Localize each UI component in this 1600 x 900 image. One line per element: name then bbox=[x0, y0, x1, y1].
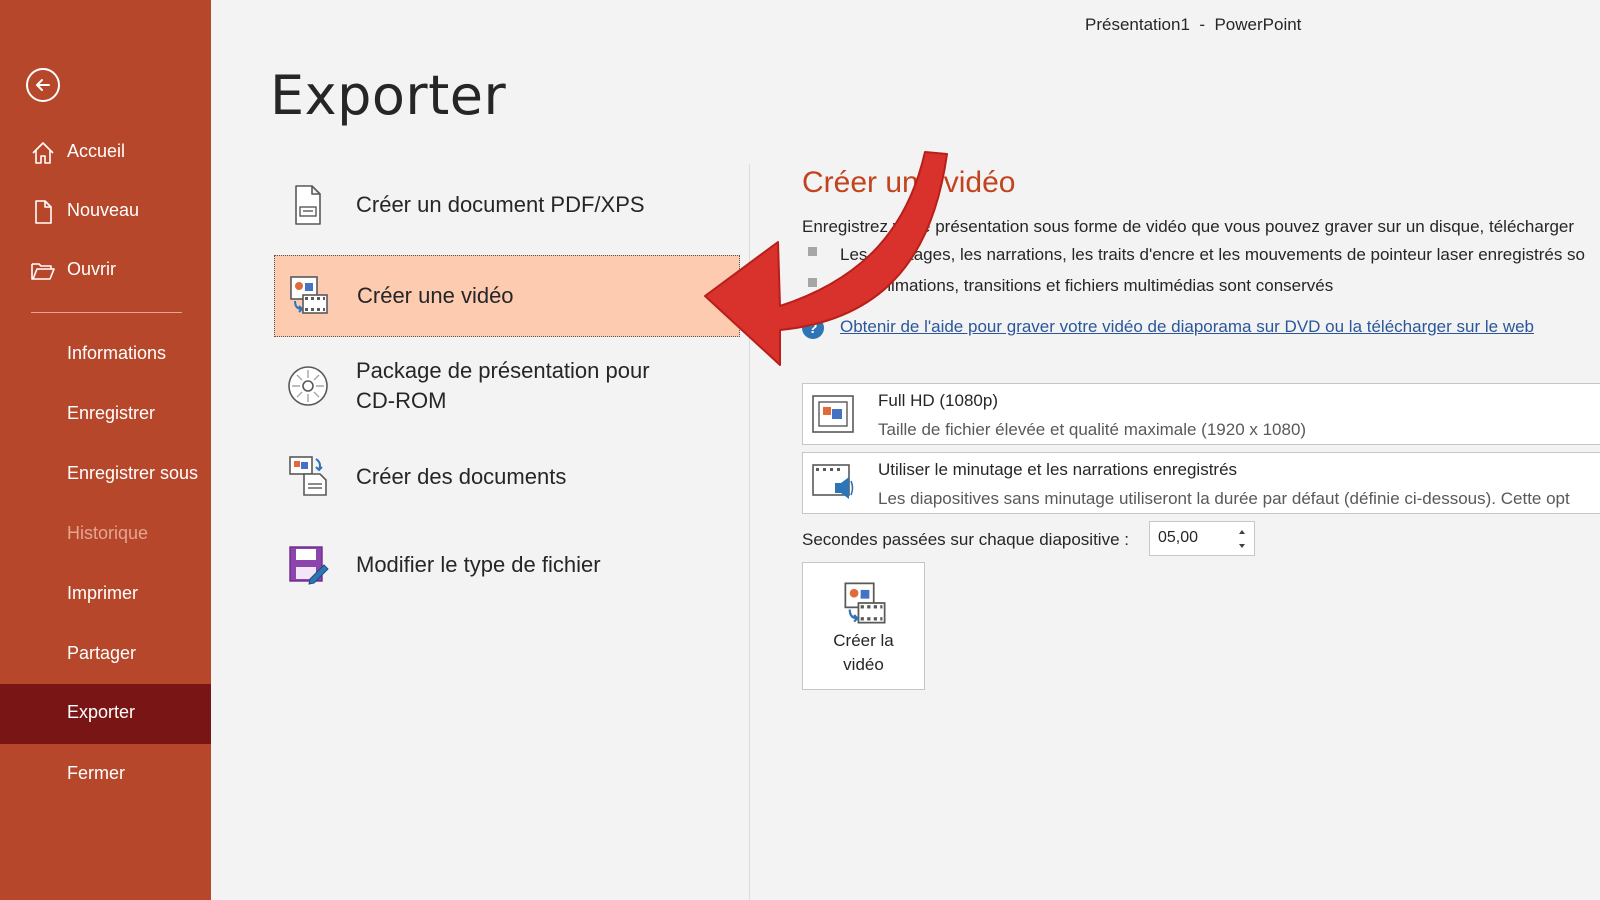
spin-down-icon[interactable] bbox=[1236, 540, 1248, 552]
nav-item-label: Nouveau bbox=[67, 200, 140, 220]
create-video-button-label: Créer la vidéo bbox=[803, 629, 924, 677]
nav-item-label: Accueil bbox=[67, 141, 126, 161]
home-icon bbox=[32, 142, 54, 164]
nav-item-label: Enregistrer bbox=[67, 403, 156, 423]
nav-item-imprimer[interactable]: Imprimer bbox=[0, 565, 211, 623]
export-option-change-file-type[interactable]: Modifier le type de fichier bbox=[274, 532, 740, 598]
help-icon: ? bbox=[802, 317, 824, 339]
panel-heading: Créer une vidéo bbox=[802, 166, 1016, 199]
bullet-text: Les animations, transitions et fichiers … bbox=[840, 276, 1334, 295]
annotation-arrow bbox=[704, 151, 948, 366]
nav-item-ouvrir[interactable]: Ouvrir bbox=[0, 241, 211, 299]
sidebar-divider bbox=[31, 312, 182, 313]
seconds-per-slide-input[interactable] bbox=[1156, 528, 1232, 548]
nav-item-label: Ouvrir bbox=[67, 259, 116, 279]
nav-item-exporter[interactable]: Exporter bbox=[0, 684, 211, 744]
backstage-sidebar: Accueil Nouveau Ouvrir Informations Enre… bbox=[0, 0, 211, 900]
change-file-type-icon bbox=[289, 546, 329, 585]
bullet-text: Les minutages, les narrations, les trait… bbox=[840, 245, 1586, 264]
nav-item-historique: Historique bbox=[0, 505, 211, 563]
nav-item-accueil[interactable]: Accueil bbox=[0, 123, 211, 181]
help-link[interactable]: Obtenir de l'aide pour graver votre vidé… bbox=[840, 317, 1534, 337]
nav-item-fermer[interactable]: Fermer bbox=[0, 745, 211, 803]
new-document-icon bbox=[35, 200, 52, 224]
nav-item-label: Informations bbox=[67, 343, 167, 363]
export-option-label: Créer une vidéo bbox=[357, 283, 514, 308]
video-quality-description: Taille de fichier élevée et qualité maxi… bbox=[878, 420, 1307, 439]
export-option-label: Package de présentation pour CD-ROM bbox=[356, 356, 650, 416]
export-option-label: Modifier le type de fichier bbox=[356, 552, 601, 577]
timing-narration-description: Les diapositives sans minutage utilisero… bbox=[878, 489, 1570, 508]
seconds-per-slide-label: Secondes passées sur chaque diapositive … bbox=[802, 530, 1129, 549]
create-video-icon bbox=[844, 582, 886, 624]
full-hd-slide-icon bbox=[812, 395, 854, 433]
nav-item-label: Enregistrer sous bbox=[67, 463, 199, 483]
cd-rom-icon bbox=[288, 366, 328, 406]
nav-item-label: Fermer bbox=[67, 763, 125, 783]
export-option-label: Créer des documents bbox=[356, 464, 567, 489]
video-quality-dropdown[interactable]: Full HD (1080p) Taille de fichier élevée… bbox=[802, 383, 1600, 445]
nav-item-partager[interactable]: Partager bbox=[0, 625, 211, 683]
nav-item-label: Historique bbox=[67, 523, 149, 543]
timing-narration-title: Utiliser le minutage et les narrations e… bbox=[878, 460, 1238, 479]
create-video-label-line1: Créer la bbox=[833, 631, 894, 650]
export-option-pdf-xps[interactable]: Créer un document PDF/XPS bbox=[274, 172, 740, 238]
page-title: Exporter bbox=[270, 64, 507, 127]
nav-item-label: Exporter bbox=[67, 702, 136, 722]
spin-up-icon[interactable] bbox=[1236, 526, 1248, 538]
window-title: Présentation1 - PowerPoint bbox=[1085, 15, 1302, 34]
video-quality-title: Full HD (1080p) bbox=[878, 391, 998, 410]
export-option-label-line2: CD-ROM bbox=[356, 388, 447, 413]
create-video-label-line2: vidéo bbox=[843, 655, 884, 674]
seconds-per-slide-stepper[interactable] bbox=[1149, 521, 1255, 556]
back-button[interactable] bbox=[26, 68, 60, 102]
handouts-icon bbox=[289, 456, 327, 496]
export-option-create-video[interactable]: Créer une vidéo bbox=[274, 255, 740, 337]
timing-narration-dropdown[interactable]: Utiliser le minutage et les narrations e… bbox=[802, 452, 1600, 514]
export-option-label-line1: Package de présentation pour bbox=[356, 358, 650, 383]
open-folder-icon bbox=[31, 263, 55, 280]
nav-item-label: Imprimer bbox=[67, 583, 138, 603]
export-option-create-handouts[interactable]: Créer des documents bbox=[274, 444, 740, 510]
timing-narration-icon bbox=[812, 464, 854, 499]
bullet-marker bbox=[808, 247, 817, 256]
nav-item-enregistrer-sous[interactable]: Enregistrer sous bbox=[0, 445, 211, 503]
back-arrow-icon bbox=[36, 79, 50, 91]
export-option-label: Créer un document PDF/XPS bbox=[356, 192, 645, 217]
bullet-marker bbox=[808, 278, 817, 287]
create-video-button[interactable]: Créer la vidéo bbox=[802, 562, 925, 690]
video-slide-icon bbox=[290, 276, 328, 314]
options-divider bbox=[749, 164, 750, 900]
panel-description: Enregistrez votre présentation sous form… bbox=[802, 217, 1575, 236]
nav-item-nouveau[interactable]: Nouveau bbox=[0, 182, 211, 240]
nav-item-informations[interactable]: Informations bbox=[0, 325, 211, 383]
export-option-package-cd[interactable]: Package de présentation pour CD-ROM bbox=[274, 348, 740, 426]
nav-item-label: Partager bbox=[67, 643, 137, 663]
nav-item-enregistrer[interactable]: Enregistrer bbox=[0, 385, 211, 443]
pdf-document-icon bbox=[295, 185, 321, 225]
